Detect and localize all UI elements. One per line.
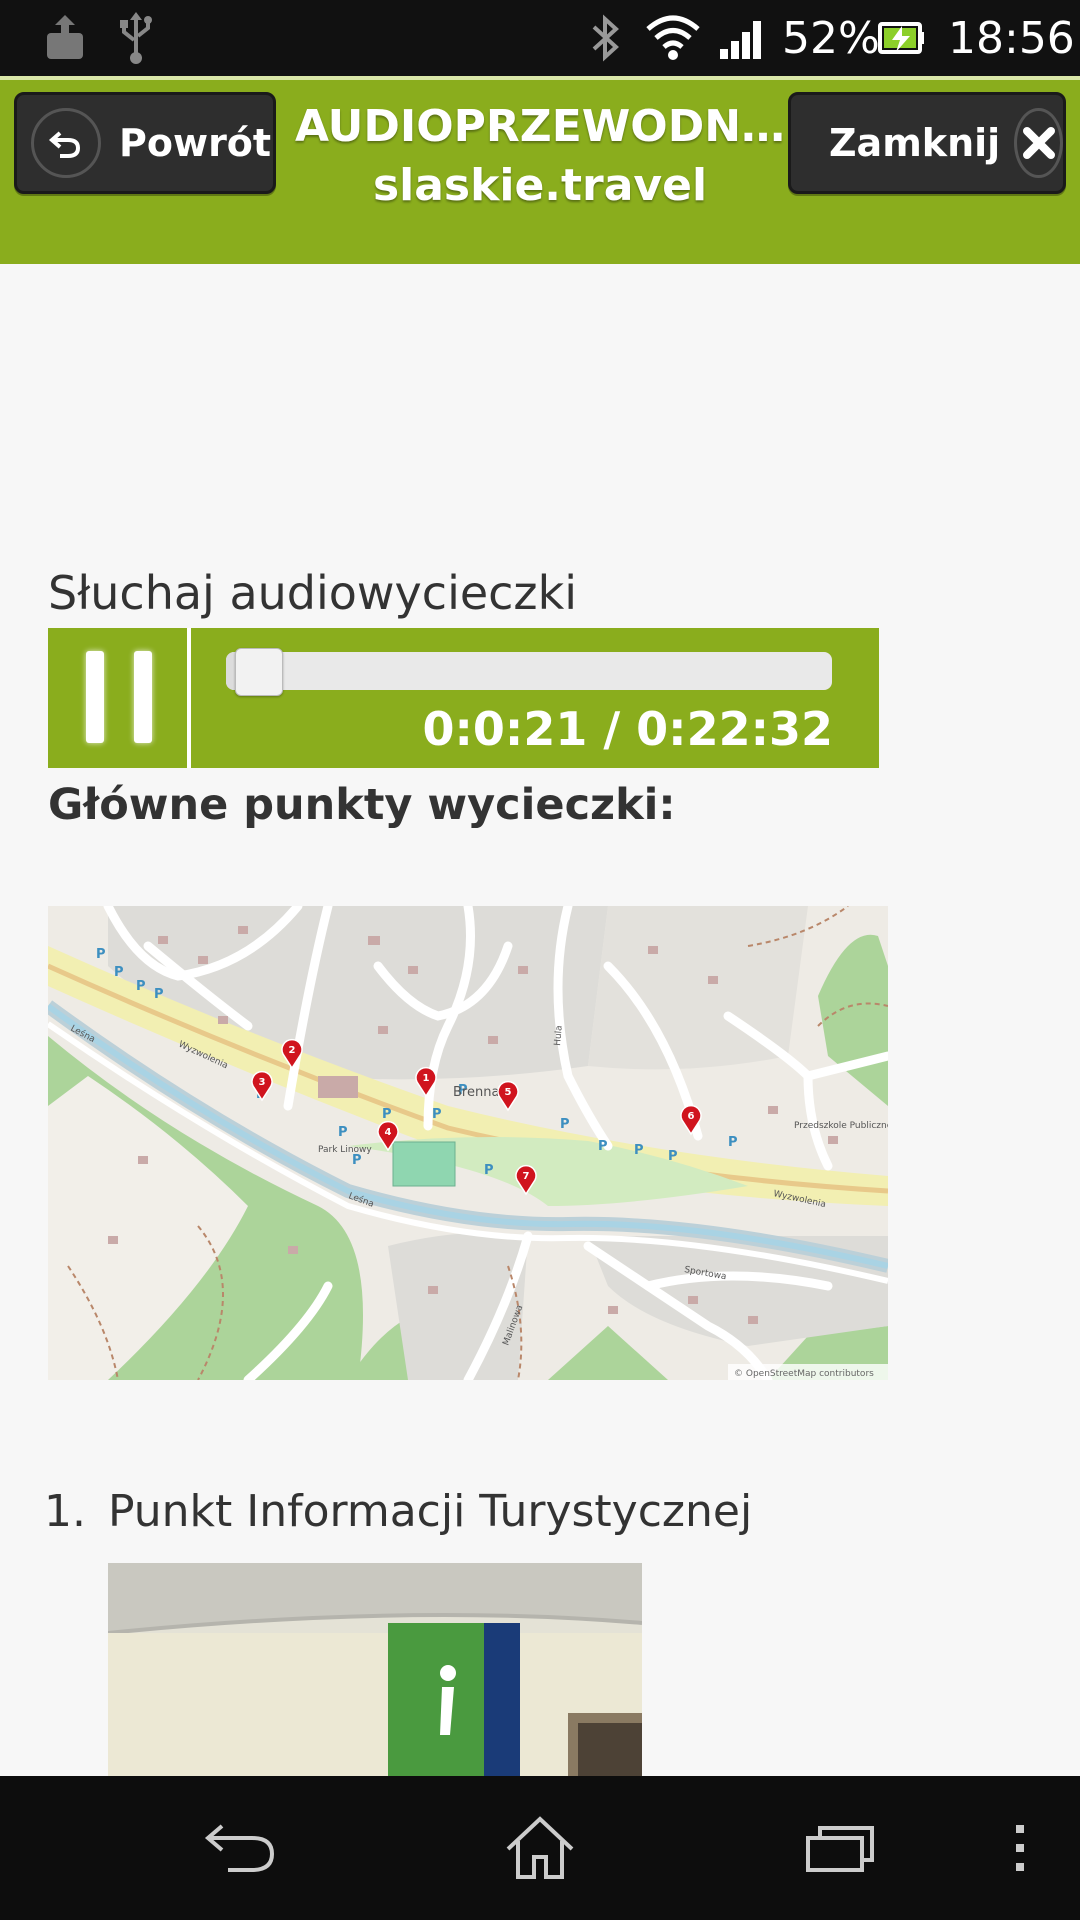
list-item-number: 1. [44,1486,86,1537]
home-icon [506,1816,574,1879]
svg-text:P: P [668,1149,678,1164]
map-label-street: Hula [553,1025,565,1046]
nav-home-button[interactable] [490,1776,590,1920]
close-button[interactable]: Zamknij [788,92,1066,194]
wifi-icon [646,0,700,76]
svg-text:P: P [338,1125,348,1140]
svg-text:P: P [634,1143,644,1158]
app-header: Powrót AUDIOPRZEWODN… slaskie.travel Zam… [0,76,1080,264]
recents-icon [806,1826,874,1872]
svg-text:P: P [484,1163,494,1178]
title-line-2: slaskie.travel [372,160,708,211]
svg-text:P: P [154,987,164,1002]
system-nav-bar [0,1776,1080,1920]
close-icon [1014,108,1063,178]
usb-icon [118,0,154,76]
map-label-park: Park Linowy [318,1145,372,1155]
audio-tour-label: Słuchaj audiowycieczki [48,566,577,620]
progress-slider[interactable] [226,648,832,696]
map-marker-label: 5 [505,1087,512,1098]
pause-icon [86,651,104,743]
battery-percent: 52% [782,12,880,64]
nav-back-button[interactable] [190,1776,290,1920]
nav-recents-button[interactable] [790,1776,890,1920]
map-marker-label: 2 [289,1045,296,1056]
tour-points-heading: Główne punkty wycieczki: [48,780,676,830]
svg-text:P: P [352,1153,362,1168]
info-icon [440,1665,456,1681]
close-button-label: Zamknij [829,121,1001,165]
svg-text:P: P [382,1107,392,1122]
svg-text:P: P [560,1117,570,1132]
back-arrow-icon [31,108,101,178]
map-label-brenna: Brenna [453,1085,499,1100]
svg-text:P: P [432,1107,442,1122]
playback-time: 0:0:21 / 0:22:32 [422,702,833,756]
svg-text:P: P [114,965,124,980]
map-label-kindergarten: Przedszkole Publiczne [794,1121,888,1131]
map-marker-label: 1 [423,1073,430,1084]
back-button[interactable]: Powrót [14,92,276,194]
svg-text:P: P [598,1139,608,1154]
title-line-1: AUDIOPRZEWODN… [294,101,786,152]
pause-button[interactable] [48,628,191,768]
bluetooth-icon [588,0,624,76]
page-title: AUDIOPRZEWODN… slaskie.travel [290,98,790,216]
svg-text:P: P [728,1135,738,1150]
map-attribution: © OpenStreetMap contributors [734,1369,874,1379]
map-marker-label: 3 [259,1077,266,1088]
overflow-menu-icon [1016,1825,1024,1871]
tourist-info-photo [108,1563,642,1777]
audio-player: 0:0:21 / 0:22:32 [48,628,879,768]
map-marker-label: 4 [385,1127,392,1138]
tour-map[interactable]: PPPP PPPP PPPP PPPP Brenna Wyzwolenia Wy… [48,906,888,1380]
signal-icon [718,0,768,76]
svg-text:P: P [136,979,146,994]
back-icon [204,1824,275,1872]
list-item: 1. Punkt Informacji Turystycznej [44,1486,752,1537]
progress-thumb[interactable] [235,648,283,696]
svg-text:P: P [96,947,106,962]
list-item-label: Punkt Informacji Turystycznej [108,1486,753,1537]
battery-charging-icon [878,0,926,76]
nav-menu-button[interactable] [1000,1776,1040,1920]
clock: 18:56 [948,12,1075,64]
map-marker-label: 7 [523,1171,530,1182]
map-marker-label: 6 [688,1111,695,1122]
back-button-label: Powrót [119,121,272,165]
download-icon [44,0,86,76]
status-bar: 52% 18:56 [0,0,1080,76]
